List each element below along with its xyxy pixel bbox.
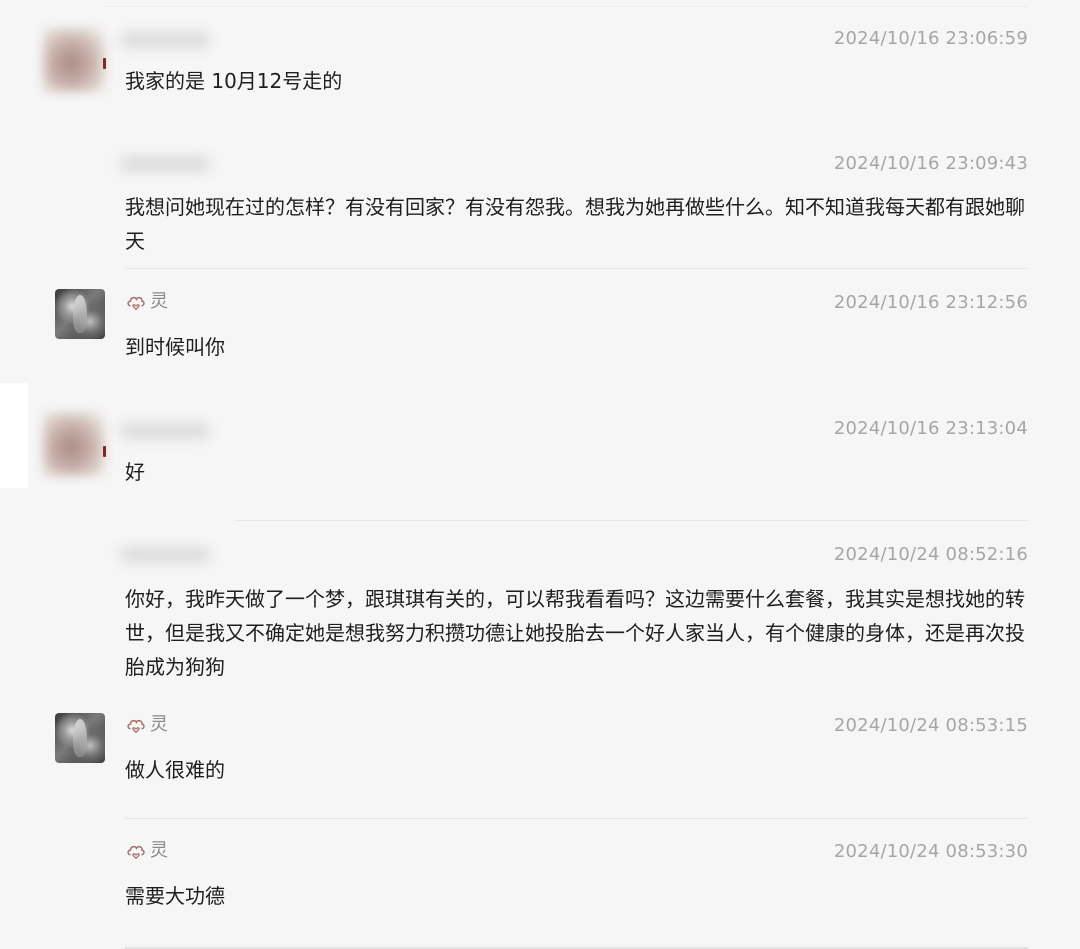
message-timestamp: 2024/10/16 23:12:56: [833, 292, 1028, 313]
message-text: 好: [125, 460, 145, 484]
message-timestamp: 2024/10/24 08:53:15: [833, 715, 1028, 736]
message-text: 我家的是 10月12号走的: [125, 69, 343, 93]
divider: [125, 268, 1028, 269]
divider: [105, 6, 1028, 7]
message-timestamp: 2024/10/16 23:06:59: [833, 28, 1028, 49]
sender-name-blurred: [120, 547, 210, 563]
sender-name-blurred: [120, 423, 210, 439]
divider: [125, 818, 1028, 819]
avatar-badge: [103, 446, 106, 457]
sender-name: 灵: [125, 714, 168, 736]
sender-name: 灵: [125, 840, 168, 862]
message-text: 到时候叫你: [125, 335, 225, 359]
sender-name-blurred: [120, 156, 210, 172]
message-text: 需要大功德: [125, 884, 225, 908]
left-edge-highlight: [0, 383, 28, 488]
message-timestamp: 2024/10/16 23:09:43: [833, 153, 1028, 174]
message-timestamp: 2024/10/24 08:53:30: [833, 841, 1028, 862]
message-timestamp: 2024/10/24 08:52:16: [833, 544, 1028, 565]
divider: [235, 520, 1028, 521]
avatar[interactable]: [43, 412, 105, 476]
avatar[interactable]: [55, 713, 105, 763]
sender-name: 灵: [125, 291, 168, 313]
message-text: 你好，我昨天做了一个梦，跟琪琪有关的，可以帮我看看吗？这边需要什么套餐，我其实是…: [125, 587, 1025, 679]
sender-name-label: 灵: [150, 714, 168, 735]
avatar-badge: [103, 58, 106, 69]
cloud-heart-icon: [127, 845, 145, 860]
sender-name-label: 灵: [150, 291, 168, 312]
sender-name-label: 灵: [150, 840, 168, 861]
sender-name-blurred: [120, 32, 210, 48]
avatar[interactable]: [55, 289, 105, 339]
avatar[interactable]: [43, 28, 105, 92]
cloud-heart-icon: [127, 296, 145, 311]
cloud-heart-icon: [127, 719, 145, 734]
message-timestamp: 2024/10/16 23:13:04: [833, 418, 1028, 439]
message-text: 做人很难的: [125, 758, 225, 782]
message-text: 我想问她现在过的怎样？有没有回家？有没有怨我。想我为她再做些什么。知不知道我每天…: [125, 195, 1025, 253]
